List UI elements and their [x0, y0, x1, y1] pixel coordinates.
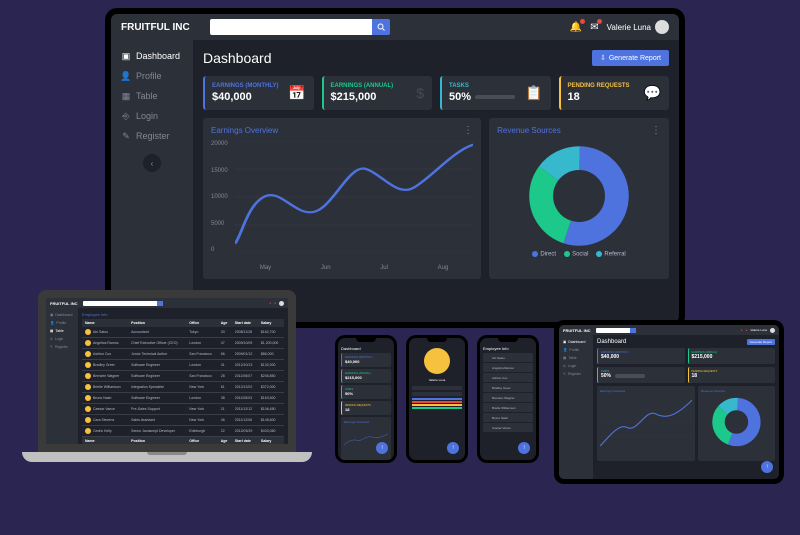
- nav-profile[interactable]: 👤 Profile: [559, 346, 593, 354]
- nav-profile[interactable]: 👤Profile: [111, 66, 193, 86]
- generate-report-button[interactable]: Generate Report: [747, 339, 775, 345]
- messages-icon[interactable]: ✉: [590, 22, 598, 33]
- login-icon: ⎆: [121, 111, 131, 121]
- phone-device-2: Valerie Luna ↑: [406, 335, 468, 463]
- nav-table[interactable]: ▦ Table: [46, 327, 78, 335]
- table-row[interactable]: Cedric KellySenior Javascript DeveloperE…: [82, 426, 284, 437]
- nav-login[interactable]: ⎆Login: [111, 106, 193, 126]
- nav-table[interactable]: ▦Table: [111, 86, 193, 106]
- user-menu[interactable]: Valerie Luna: [607, 20, 669, 34]
- card-tasks: TASKS 50% 📋: [440, 76, 551, 110]
- alerts-icon[interactable]: 🔔: [570, 22, 582, 33]
- collapse-sidebar-button[interactable]: ‹: [143, 154, 161, 172]
- table-row[interactable]: Cara StevensSales AssistantNew York46201…: [82, 415, 284, 426]
- fab-button[interactable]: ↑: [447, 442, 459, 454]
- chart-menu-button[interactable]: ⋮: [463, 129, 473, 132]
- revenue-chart-panel: Revenue Sources⋮ Direct Social Referral: [489, 118, 669, 279]
- nav-dashboard[interactable]: ▣ Dashboard: [559, 338, 593, 346]
- nav-dashboard[interactable]: ▣Dashboard: [111, 46, 193, 66]
- search-bar[interactable]: [83, 301, 163, 306]
- table-row[interactable]: Bruno NashSoftware EngineerLondon382011/…: [82, 393, 284, 404]
- earnings-chart-panel: Earnings Overview⋮ 20000150001000050000 …: [203, 118, 481, 279]
- register-icon: ✎: [121, 131, 131, 141]
- table-row[interactable]: Brielle WilliamsonIntegration Specialist…: [82, 382, 284, 393]
- nav-table[interactable]: ▦ Table: [559, 354, 593, 362]
- calendar-icon: 📅: [288, 85, 305, 102]
- main-content: Dashboard ⇩Generate Report EARNINGS (MON…: [193, 40, 679, 322]
- clipboard-icon: 📋: [525, 85, 542, 102]
- app-header: FRUITFUL INC 🔔 ✉ Valerie Luna: [111, 14, 679, 40]
- search-bar: [210, 19, 390, 35]
- card-earnings-monthly: EARNINGS (MONTHLY) $40,000 📅: [203, 76, 314, 110]
- search-button[interactable]: [372, 19, 390, 35]
- chart-menu-button[interactable]: ⋮: [651, 129, 661, 132]
- fab-button[interactable]: ↑: [376, 442, 388, 454]
- fab-button[interactable]: ↑: [761, 461, 773, 473]
- nav-register[interactable]: ✎ Register: [46, 343, 78, 351]
- tablet-device: FRUITFUL INC●●Valerie Luna ▣ Dashboard 👤…: [554, 320, 784, 484]
- nav-login[interactable]: ⎆ Login: [46, 335, 78, 343]
- nav-dashboard[interactable]: ▣ Dashboard: [46, 311, 78, 319]
- phone-device-3: Employee Info Airi SatouAngelica RamosAs…: [477, 335, 539, 463]
- download-icon: ⇩: [600, 54, 606, 62]
- table-row[interactable]: Brenden WagnerSoftware EngineerSan Franc…: [82, 371, 284, 382]
- brand-logo[interactable]: FRUITFUL INC: [121, 22, 190, 33]
- fab-button[interactable]: ↑: [518, 442, 530, 454]
- generate-report-button[interactable]: ⇩Generate Report: [592, 50, 669, 66]
- card-earnings-annual: EARNINGS (ANNUAL) $215,000 $: [322, 76, 433, 110]
- laptop-device: FRUITFUL INC ●● ▣ Dashboard 👤 Profile ▦ …: [22, 290, 312, 490]
- employee-table: NamePositionOfficeAgeStart dateSalaryAir…: [82, 319, 284, 444]
- phone-device-1: Dashboard EARNINGS (MONTHLY)$40,000 EARN…: [335, 335, 397, 463]
- search-bar[interactable]: [596, 328, 636, 333]
- table-row[interactable]: Bradley GreerSoftware EngineerLondon4120…: [82, 360, 284, 371]
- nav-register[interactable]: ✎Register: [111, 126, 193, 146]
- nav-login[interactable]: ⎆ Login: [559, 362, 593, 370]
- card-pending: PENDING REQUESTS 18 💬: [559, 76, 670, 110]
- table-row[interactable]: Angelica RamosChief Executive Officer (C…: [82, 338, 284, 349]
- avatar: [655, 20, 669, 34]
- comments-icon: 💬: [644, 85, 661, 102]
- table-icon: ▦: [121, 91, 131, 101]
- dollar-icon: $: [416, 85, 424, 101]
- gauge-icon: ▣: [121, 51, 131, 61]
- page-title: Dashboard: [203, 50, 272, 66]
- table-row[interactable]: Ashton CoxJunior Technical AuthorSan Fra…: [82, 349, 284, 360]
- sidebar: ▣Dashboard 👤Profile ▦Table ⎆Login ✎Regis…: [111, 40, 193, 322]
- search-input[interactable]: [210, 19, 372, 35]
- table-row[interactable]: Airi SatouAccountantTokyo332008/11/28$16…: [82, 327, 284, 338]
- desktop-monitor: FRUITFUL INC 🔔 ✉ Valerie Luna ▣Dashboard…: [105, 8, 685, 328]
- table-row[interactable]: Caesar VancePre-Sales SupportNew York212…: [82, 404, 284, 415]
- nav-register[interactable]: ✎ Register: [559, 370, 593, 378]
- user-icon: 👤: [121, 71, 131, 81]
- nav-profile[interactable]: 👤 Profile: [46, 319, 78, 327]
